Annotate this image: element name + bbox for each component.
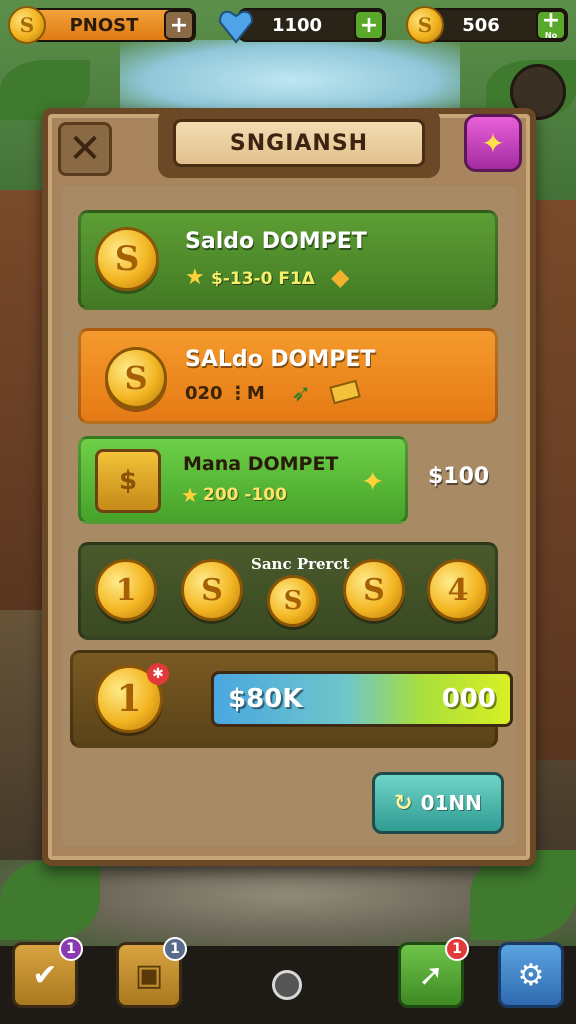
- row-title: Mana DOMPET: [183, 453, 339, 475]
- home-button[interactable]: [272, 970, 302, 1000]
- coin-option-1[interactable]: 1: [95, 559, 157, 621]
- close-icon: ✕: [68, 126, 102, 172]
- leaf-icon: ➶: [291, 379, 312, 407]
- bonus-button[interactable]: ✦: [464, 114, 522, 172]
- background-hut-left: [0, 190, 46, 610]
- notification-badge: ✱: [147, 663, 169, 685]
- coin-option-4[interactable]: S: [343, 559, 405, 621]
- energy-add-button[interactable]: +: [164, 10, 194, 40]
- nav-badge: 1: [445, 937, 469, 961]
- currency-bar: PNOST + S 1100 + 506 + No S: [0, 0, 576, 56]
- arrow-icon: ➚: [418, 957, 444, 993]
- wallet-row-1[interactable]: S Saldo DOMPET ★ $-13-0 F1Δ ◆: [78, 210, 498, 310]
- progress-right-text: 000: [441, 684, 496, 714]
- coin-option-3[interactable]: S: [267, 575, 319, 627]
- row-title: SALdo DOMPET: [185, 347, 376, 372]
- progress-left-text: $80K: [228, 684, 303, 714]
- star-icon: ★: [181, 483, 199, 507]
- row-subtitle: 020 ⋮M: [185, 383, 265, 404]
- energy-label: PNOST: [69, 14, 139, 36]
- coin-icon: S: [8, 6, 46, 44]
- wallet-row-3[interactable]: $ Mana DOMPET ★ 200 -100 ✦: [78, 436, 408, 524]
- coin-row-label: Sanc Prerct: [251, 555, 350, 573]
- nav-tasks-button[interactable]: ✔ 1: [12, 937, 83, 1008]
- sparkle-icon: ✦: [361, 465, 385, 498]
- gold-bar-icon: [329, 379, 361, 405]
- coin-option-2[interactable]: S: [181, 559, 243, 621]
- row-subtitle: 200 -100: [203, 485, 287, 505]
- background-leaf: [0, 860, 100, 940]
- chest-icon: ▣: [134, 957, 164, 993]
- coins-add-button[interactable]: + No: [536, 10, 566, 40]
- coin-icon: S: [406, 6, 444, 44]
- energy-pill: PNOST +: [24, 8, 196, 42]
- gem-icon: [216, 6, 256, 46]
- coin-option-5[interactable]: 4: [427, 559, 489, 621]
- claim-button-label: 01NN: [420, 791, 482, 815]
- coin-selection-row: Sanc Prerct 1 S S S 4: [78, 542, 498, 640]
- gem-icon: ◆: [331, 263, 350, 291]
- panel-title: SNGIANSH: [229, 130, 369, 156]
- title-plate: SNGIANSH: [158, 108, 440, 178]
- nav-badge: 1: [163, 937, 187, 961]
- coins-add-sub: No: [544, 31, 558, 40]
- gear-icon: ⚙: [517, 957, 545, 993]
- wallet-row-2[interactable]: S SALdo DOMPET 020 ⋮M ➶: [78, 328, 498, 424]
- nav-settings-button[interactable]: ⚙: [498, 942, 564, 1008]
- refresh-icon: ↻: [394, 790, 413, 816]
- nav-badge: 1: [59, 937, 83, 961]
- progress-row: 1 ✱ $80K 000: [70, 650, 513, 748]
- gems-value: 1100: [271, 14, 323, 36]
- nav-shop-button[interactable]: ▣ 1: [116, 937, 187, 1008]
- row-subtitle: $-13-0 F1Δ: [211, 269, 315, 289]
- coin-stack-icon: S: [105, 347, 167, 409]
- treasure-chest-icon: $: [95, 449, 161, 513]
- progress-bar: $80K 000: [211, 671, 513, 727]
- background-hut-right: [532, 200, 576, 760]
- sparkle-icon: ✦: [481, 126, 505, 160]
- gems-pill: 1100 +: [238, 8, 386, 42]
- gems-add-button[interactable]: +: [354, 10, 384, 40]
- checklist-icon: ✔: [32, 957, 58, 993]
- nav-rewards-button[interactable]: ➚ 1: [398, 937, 469, 1008]
- row-title: Saldo DOMPET: [185, 229, 367, 254]
- close-button[interactable]: ✕: [58, 122, 112, 176]
- row-3-side-value: $100: [428, 464, 490, 489]
- coins-pill: 506 + No: [424, 8, 568, 42]
- claim-button[interactable]: ↻ 01NN: [372, 772, 504, 834]
- coin-icon: S: [95, 227, 159, 291]
- star-icon: ★: [185, 265, 205, 290]
